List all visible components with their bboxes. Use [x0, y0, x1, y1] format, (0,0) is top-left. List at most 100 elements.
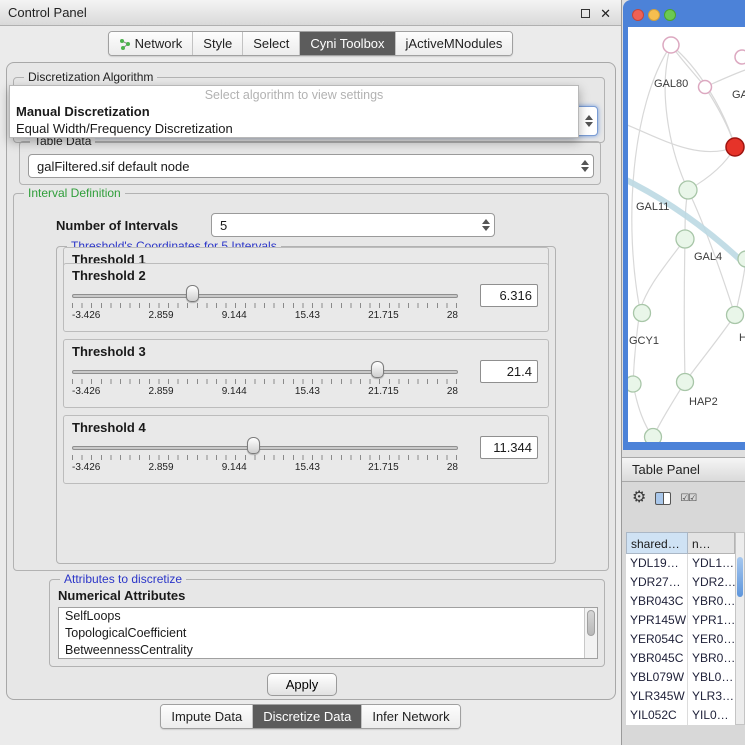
- tab-jactivemnodules[interactable]: jActiveMNodules: [396, 32, 513, 55]
- node-label-cut-mid: H: [739, 332, 745, 344]
- node-circle[interactable]: [727, 307, 744, 324]
- column-header-shared[interactable]: shared…: [626, 532, 688, 554]
- float-window-icon[interactable]: [581, 9, 590, 18]
- slider-track[interactable]: [72, 370, 458, 374]
- table-panel-title: Table Panel: [622, 462, 700, 477]
- tab-label: Infer Network: [372, 709, 449, 724]
- node-circle[interactable]: [679, 181, 697, 199]
- combo-value: galFiltered.sif default node: [37, 159, 575, 174]
- combo-arrows-icon: [575, 156, 589, 176]
- network-view-window: GAL80 GA GAL11 GAL4 GCY1 H HAP2: [623, 0, 745, 450]
- list-scrollbar[interactable]: [584, 608, 597, 658]
- threshold-3-slider[interactable]: -3.4262.8599.14415.4321.71528: [72, 357, 458, 405]
- table-row[interactable]: YER054CYER0…: [626, 630, 745, 649]
- columns-icon[interactable]: [655, 492, 671, 505]
- node-label-gal80: GAL80: [654, 78, 688, 90]
- tab-style[interactable]: Style: [193, 32, 243, 55]
- table-row[interactable]: YBR043CYBR0…: [626, 592, 745, 611]
- dropdown-option-equal-width-frequency[interactable]: Equal Width/Frequency Discretization: [10, 120, 578, 137]
- network-canvas[interactable]: GAL80 GA GAL11 GAL4 GCY1 H HAP2: [628, 27, 745, 442]
- node-circle[interactable]: [628, 376, 641, 392]
- tab-label: Style: [203, 36, 232, 51]
- slider-ticks: [72, 455, 458, 460]
- apply-button[interactable]: Apply: [267, 673, 337, 696]
- column-header-name[interactable]: n…: [688, 532, 735, 554]
- close-icon[interactable]: ✕: [600, 7, 611, 20]
- table-row[interactable]: YDR27…YDR2…: [626, 573, 745, 592]
- list-scrollbar-thumb[interactable]: [587, 610, 595, 636]
- node-label-cut-right: GA: [732, 89, 745, 101]
- node-circle[interactable]: [645, 429, 662, 443]
- top-tab-bar: Network Style Select Cyni Toolbox jActiv…: [0, 31, 621, 56]
- control-panel-window: Control Panel ✕ Network Style Select Cyn…: [0, 0, 622, 745]
- slider-scale: -3.4262.8599.14415.4321.71528: [72, 462, 458, 473]
- tab-impute-data[interactable]: Impute Data: [161, 705, 253, 728]
- dropdown-option-manual-discretization[interactable]: Manual Discretization: [10, 103, 578, 120]
- slider-thumb[interactable]: [186, 285, 199, 302]
- algorithm-dropdown-popup: Select algorithm to view settings Manual…: [9, 85, 579, 138]
- slider-thumb[interactable]: [371, 361, 384, 378]
- group-attributes-to-discretize: Attributes to discretize Numerical Attri…: [49, 579, 605, 667]
- threshold-2-slider[interactable]: -3.4262.8599.14415.4321.71528: [72, 281, 458, 329]
- threshold-4-value-field[interactable]: 11.344: [480, 436, 538, 459]
- list-item-selfloops[interactable]: SelfLoops: [59, 608, 597, 625]
- table-data-combo[interactable]: galFiltered.sif default node: [28, 154, 594, 178]
- numerical-attributes-label: Numerical Attributes: [58, 588, 185, 603]
- dropdown-placeholder: Select algorithm to view settings: [10, 86, 578, 103]
- node-label-hap2: HAP2: [689, 396, 718, 408]
- tab-label: Network: [135, 36, 183, 51]
- tab-select[interactable]: Select: [243, 32, 300, 55]
- table-row[interactable]: YIL052CYIL0…: [626, 706, 745, 725]
- tab-label: jActiveMNodules: [406, 36, 503, 51]
- combo-arrows-icon: [579, 111, 593, 131]
- gear-icon[interactable]: ⚙: [632, 490, 646, 506]
- selected-node-circle[interactable]: [726, 138, 744, 156]
- table-toolbar: ⚙ ☑☑: [632, 490, 696, 506]
- window-traffic-lights: [632, 9, 676, 21]
- node-circle[interactable]: [677, 374, 694, 391]
- table-scrollbar[interactable]: [735, 532, 745, 725]
- tab-label: Select: [253, 36, 289, 51]
- table-row[interactable]: YBL079WYBL0…: [626, 668, 745, 687]
- tab-infer-network[interactable]: Infer Network: [362, 705, 459, 728]
- tab-discretize-data[interactable]: Discretize Data: [253, 705, 362, 728]
- node-circle[interactable]: [738, 251, 745, 267]
- network-nodes: [628, 37, 745, 442]
- close-window-button[interactable]: [632, 9, 644, 21]
- slider-track[interactable]: [72, 294, 458, 298]
- minimize-window-button[interactable]: [648, 9, 660, 21]
- slider-ticks: [72, 303, 458, 308]
- slider-thumb[interactable]: [247, 437, 260, 454]
- node-circle[interactable]: [634, 305, 651, 322]
- node-circle[interactable]: [699, 81, 712, 94]
- list-item-betweennesscentrality[interactable]: BetweennessCentrality: [59, 642, 597, 659]
- group-table-data: Table Data galFiltered.sif default node: [19, 141, 601, 185]
- slider-track[interactable]: [72, 446, 458, 450]
- threshold-4-slider[interactable]: -3.4262.8599.14415.4321.71528: [72, 433, 458, 481]
- zoom-window-button[interactable]: [664, 9, 676, 21]
- bottom-tab-bar: Impute Data Discretize Data Infer Networ…: [0, 704, 621, 729]
- table-panel: ⚙ ☑☑ shared… n… YDL19…YDL1… YDR27…YDR2… …: [622, 482, 745, 745]
- node-circle[interactable]: [676, 230, 694, 248]
- node-label-gal11: GAL11: [636, 201, 669, 213]
- table-row[interactable]: YPR145WYPR1…: [626, 611, 745, 630]
- node-circle[interactable]: [663, 37, 679, 53]
- list-item-topologicalcoefficient[interactable]: TopologicalCoefficient: [59, 625, 597, 642]
- threshold-2-value-field[interactable]: 6.316: [480, 284, 538, 307]
- tab-label: Impute Data: [171, 709, 242, 724]
- tab-cyni-toolbox[interactable]: Cyni Toolbox: [300, 32, 395, 55]
- table-row[interactable]: YLR345WYLR3…: [626, 687, 745, 706]
- select-columns-icon[interactable]: ☑☑: [680, 493, 696, 504]
- table-scrollbar-thumb[interactable]: [737, 557, 743, 597]
- tab-network[interactable]: Network: [109, 32, 194, 55]
- table-row[interactable]: YBR045CYBR0…: [626, 649, 745, 668]
- combo-arrows-icon: [476, 215, 490, 235]
- network-icon: [119, 38, 131, 50]
- threshold-3-value-field[interactable]: 21.4: [480, 360, 538, 383]
- cyni-toolbox-panel: Discretization Algorithm Select algorith…: [6, 62, 616, 700]
- node-circle[interactable]: [735, 50, 745, 64]
- node-label-gcy1: GCY1: [629, 335, 659, 347]
- table-row[interactable]: YDL19…YDL1…: [626, 554, 745, 573]
- group-interval-definition: Interval Definition Number of Intervals …: [13, 193, 609, 571]
- num-intervals-combo[interactable]: 5: [211, 213, 495, 237]
